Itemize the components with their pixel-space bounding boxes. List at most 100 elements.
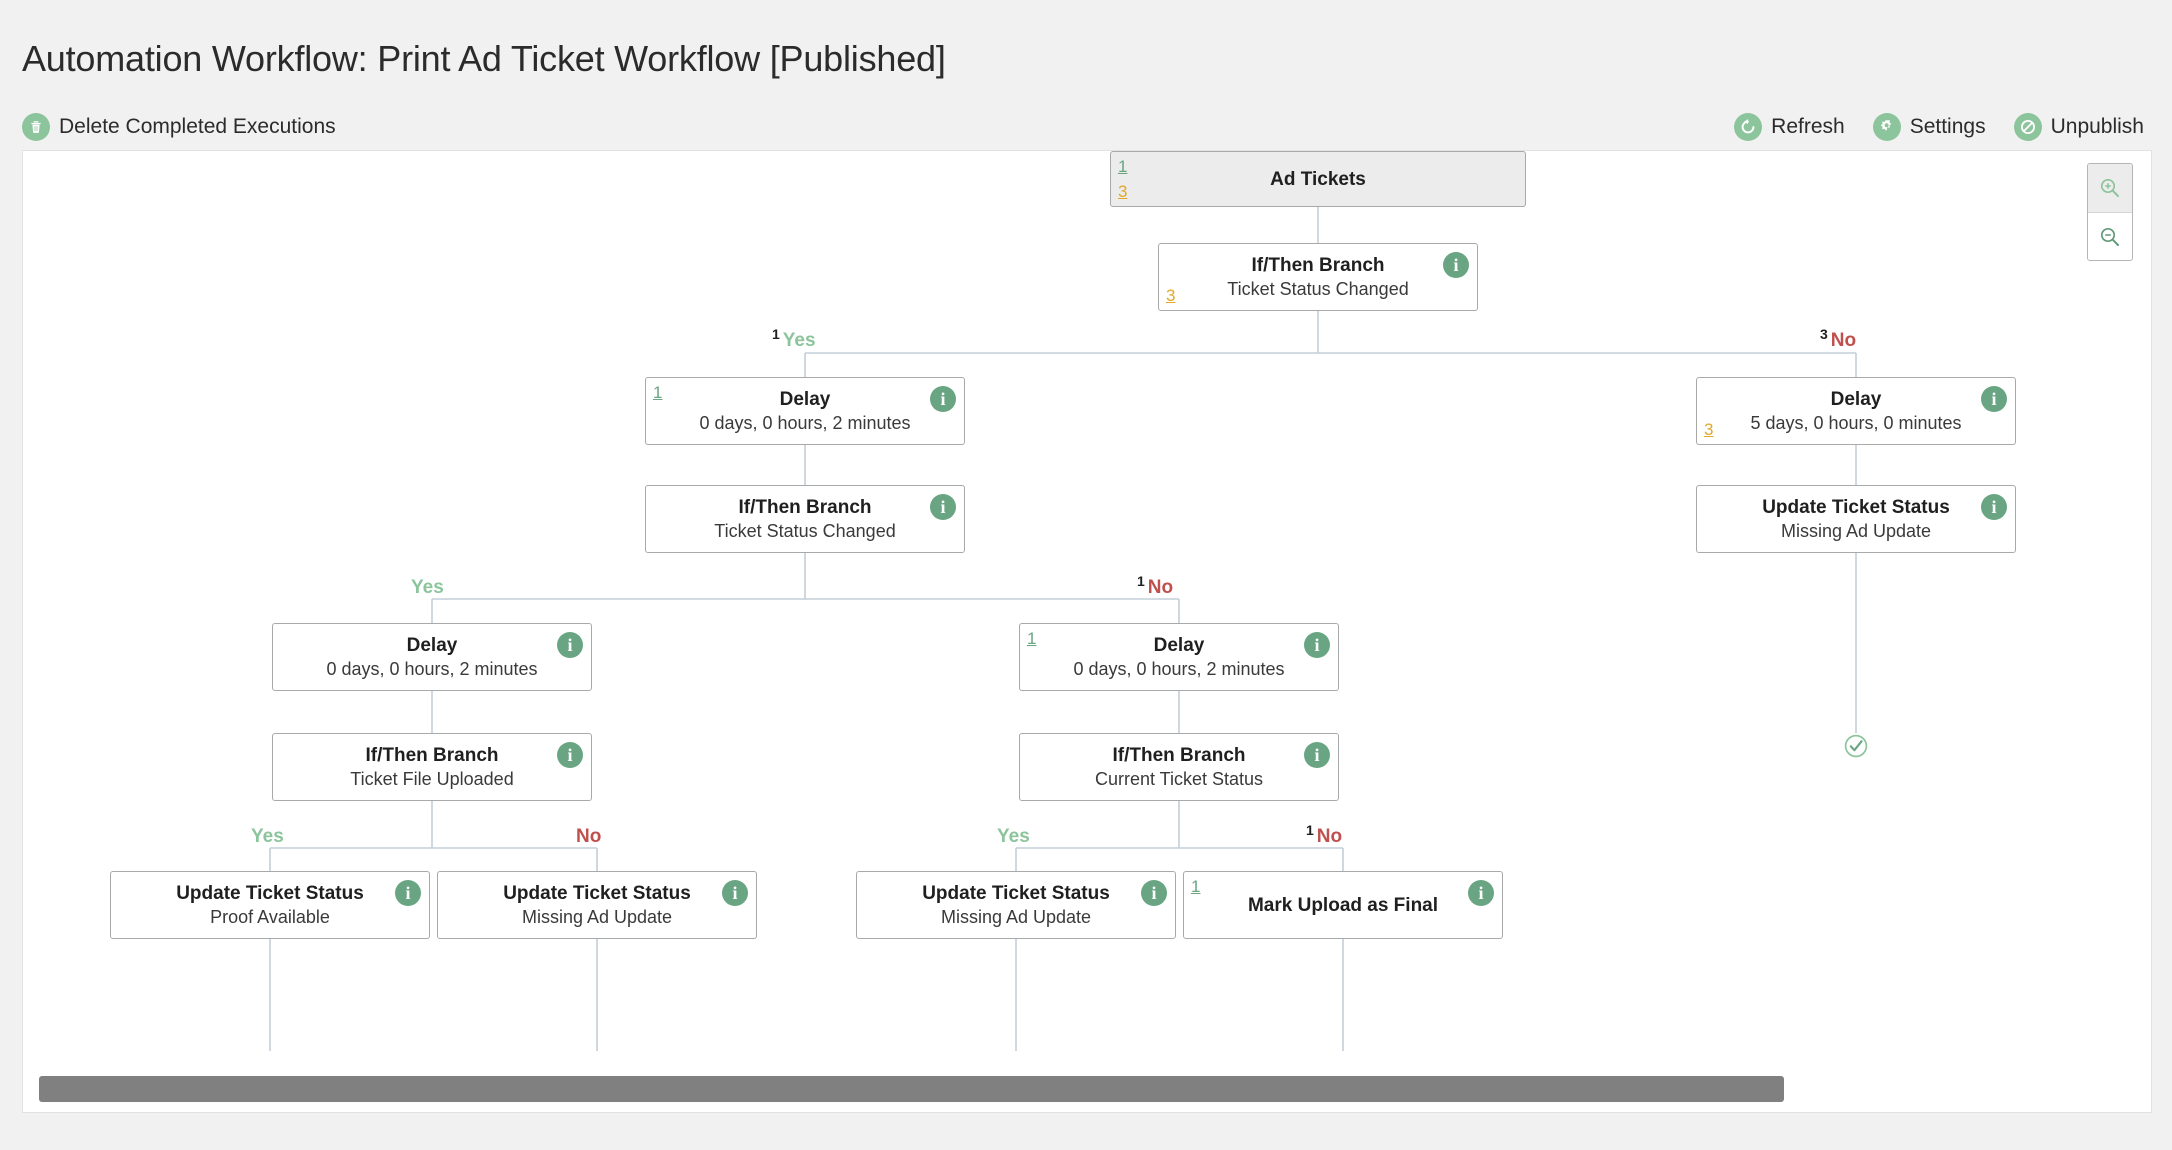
execution-count-badge[interactable]: 3 [1166, 287, 1175, 304]
gear-icon [1873, 113, 1901, 141]
horizontal-scrollbar-track[interactable] [23, 1066, 2151, 1112]
node-title: Delay [1154, 634, 1205, 657]
branch-label-b2-no: 1No [1137, 577, 1173, 599]
node-title: Update Ticket Status [1762, 496, 1950, 519]
unpublish-icon [2014, 113, 2042, 141]
node-subtitle: Ticket File Uploaded [350, 768, 513, 790]
branch-label-b2-yes: Yes [411, 577, 444, 599]
unpublish-label: Unpublish [2051, 115, 2144, 139]
info-icon[interactable]: i [1304, 632, 1330, 658]
info-icon[interactable]: i [1981, 494, 2007, 520]
workflow-node-delay-l[interactable]: Delay0 days, 0 hours, 2 minutes i [272, 623, 592, 691]
execution-count-badge[interactable]: 1 [653, 384, 662, 401]
node-subtitle: 5 days, 0 hours, 0 minutes [1750, 412, 1961, 434]
branch-label-b1-no: 3No [1820, 330, 1856, 352]
zoom-controls [2087, 163, 2133, 261]
node-subtitle: Missing Ad Update [941, 906, 1091, 928]
zoom-in-button[interactable] [2088, 164, 2132, 212]
execution-count-badge[interactable]: 1 [1027, 630, 1036, 647]
execution-count-badge[interactable]: 3 [1704, 421, 1713, 438]
delete-completed-executions-label: Delete Completed Executions [59, 115, 336, 139]
unpublish-button[interactable]: Unpublish [2014, 113, 2144, 141]
node-title: Delay [407, 634, 458, 657]
node-title: Update Ticket Status [176, 882, 364, 905]
branch-text: No [1317, 826, 1342, 848]
refresh-label: Refresh [1771, 115, 1845, 139]
execution-count-badge[interactable]: 3 [1118, 183, 1127, 200]
delete-completed-executions-button[interactable]: Delete Completed Executions [22, 113, 336, 141]
execution-count-badge[interactable]: 1 [1118, 158, 1127, 175]
info-icon[interactable]: i [930, 494, 956, 520]
workflow-node-br1[interactable]: If/Then BranchTicket Status Changed i 3 [1158, 243, 1478, 311]
workflow-node-delay-r[interactable]: Delay0 days, 0 hours, 2 minutes i 1 [1019, 623, 1339, 691]
trash-icon [22, 113, 50, 141]
refresh-icon [1734, 113, 1762, 141]
info-icon[interactable]: i [557, 742, 583, 768]
workflow-diagram: Ad Tickets13If/Then BranchTicket Status … [23, 151, 2151, 1051]
branch-count: 1 [772, 326, 780, 342]
branch-label-b3-yes: Yes [251, 826, 284, 848]
branch-label-b4-yes: Yes [997, 826, 1030, 848]
node-title: Update Ticket Status [503, 882, 691, 905]
branch-label-b1-yes: 1Yes [772, 330, 816, 352]
workflow-node-br2[interactable]: If/Then BranchTicket Status Changed i [645, 485, 965, 553]
horizontal-scrollbar-thumb[interactable] [39, 1076, 1784, 1102]
page-title: Automation Workflow: Print Ad Ticket Wor… [22, 38, 946, 80]
info-icon[interactable]: i [395, 880, 421, 906]
node-subtitle: Ticket Status Changed [714, 520, 895, 542]
node-title: If/Then Branch [738, 496, 871, 519]
node-subtitle: 0 days, 0 hours, 2 minutes [699, 412, 910, 434]
branch-count: 3 [1820, 326, 1828, 342]
node-subtitle: Proof Available [210, 906, 330, 928]
node-title: If/Then Branch [1112, 744, 1245, 767]
branch-count: 1 [1306, 822, 1314, 838]
info-icon[interactable]: i [1981, 386, 2007, 412]
node-subtitle: Current Ticket Status [1095, 768, 1263, 790]
branch-text: Yes [997, 826, 1030, 848]
info-icon[interactable]: i [557, 632, 583, 658]
branch-text: Yes [411, 577, 444, 599]
info-icon[interactable]: i [930, 386, 956, 412]
branch-text: Yes [251, 826, 284, 848]
node-subtitle: 0 days, 0 hours, 2 minutes [1073, 658, 1284, 680]
node-subtitle: Missing Ad Update [1781, 520, 1931, 542]
workflow-node-delay-no[interactable]: Delay5 days, 0 hours, 0 minutes i 3 [1696, 377, 2016, 445]
node-title: Mark Upload as Final [1248, 894, 1438, 917]
workflow-node-delay-yes[interactable]: Delay0 days, 0 hours, 2 minutes i 1 [645, 377, 965, 445]
info-icon[interactable]: i [1304, 742, 1330, 768]
workflow-node-uts-no[interactable]: Update Ticket StatusMissing Ad Update i [1696, 485, 2016, 553]
branch-text: No [1148, 577, 1173, 599]
branch-label-b3-no: No [576, 826, 601, 848]
branch-text: Yes [783, 330, 816, 352]
node-subtitle: 0 days, 0 hours, 2 minutes [326, 658, 537, 680]
workflow-node-root[interactable]: Ad Tickets13 [1110, 151, 1526, 207]
node-title: Delay [1831, 388, 1882, 411]
node-title: If/Then Branch [1251, 254, 1384, 277]
branch-text: No [576, 826, 601, 848]
workflow-node-br3[interactable]: If/Then BranchTicket File Uploaded i [272, 733, 592, 801]
workflow-canvas[interactable]: Ad Tickets13If/Then BranchTicket Status … [22, 150, 2152, 1113]
refresh-button[interactable]: Refresh [1734, 113, 1845, 141]
info-icon[interactable]: i [722, 880, 748, 906]
workflow-node-leaf3[interactable]: Update Ticket StatusMissing Ad Update i [856, 871, 1176, 939]
toolbar-right: Refresh Settings Unpublish [1734, 113, 2144, 141]
zoom-out-button[interactable] [2088, 212, 2132, 260]
node-subtitle: Missing Ad Update [522, 906, 672, 928]
info-icon[interactable]: i [1443, 252, 1469, 278]
workflow-node-br4[interactable]: If/Then BranchCurrent Ticket Status i [1019, 733, 1339, 801]
workflow-node-leaf4[interactable]: Mark Upload as Final i 1 [1183, 871, 1503, 939]
node-title: Delay [780, 388, 831, 411]
workflow-node-leaf2[interactable]: Update Ticket StatusMissing Ad Update i [437, 871, 757, 939]
settings-button[interactable]: Settings [1873, 113, 1986, 141]
branch-count: 1 [1137, 573, 1145, 589]
node-subtitle: Ticket Status Changed [1227, 278, 1408, 300]
info-icon[interactable]: i [1468, 880, 1494, 906]
branch-label-b4-no: 1No [1306, 826, 1342, 848]
node-title: If/Then Branch [365, 744, 498, 767]
workflow-page: Automation Workflow: Print Ad Ticket Wor… [0, 0, 2172, 1150]
node-title: Update Ticket Status [922, 882, 1110, 905]
settings-label: Settings [1910, 115, 1986, 139]
workflow-node-leaf1[interactable]: Update Ticket StatusProof Available i [110, 871, 430, 939]
execution-count-badge[interactable]: 1 [1191, 878, 1200, 895]
info-icon[interactable]: i [1141, 880, 1167, 906]
